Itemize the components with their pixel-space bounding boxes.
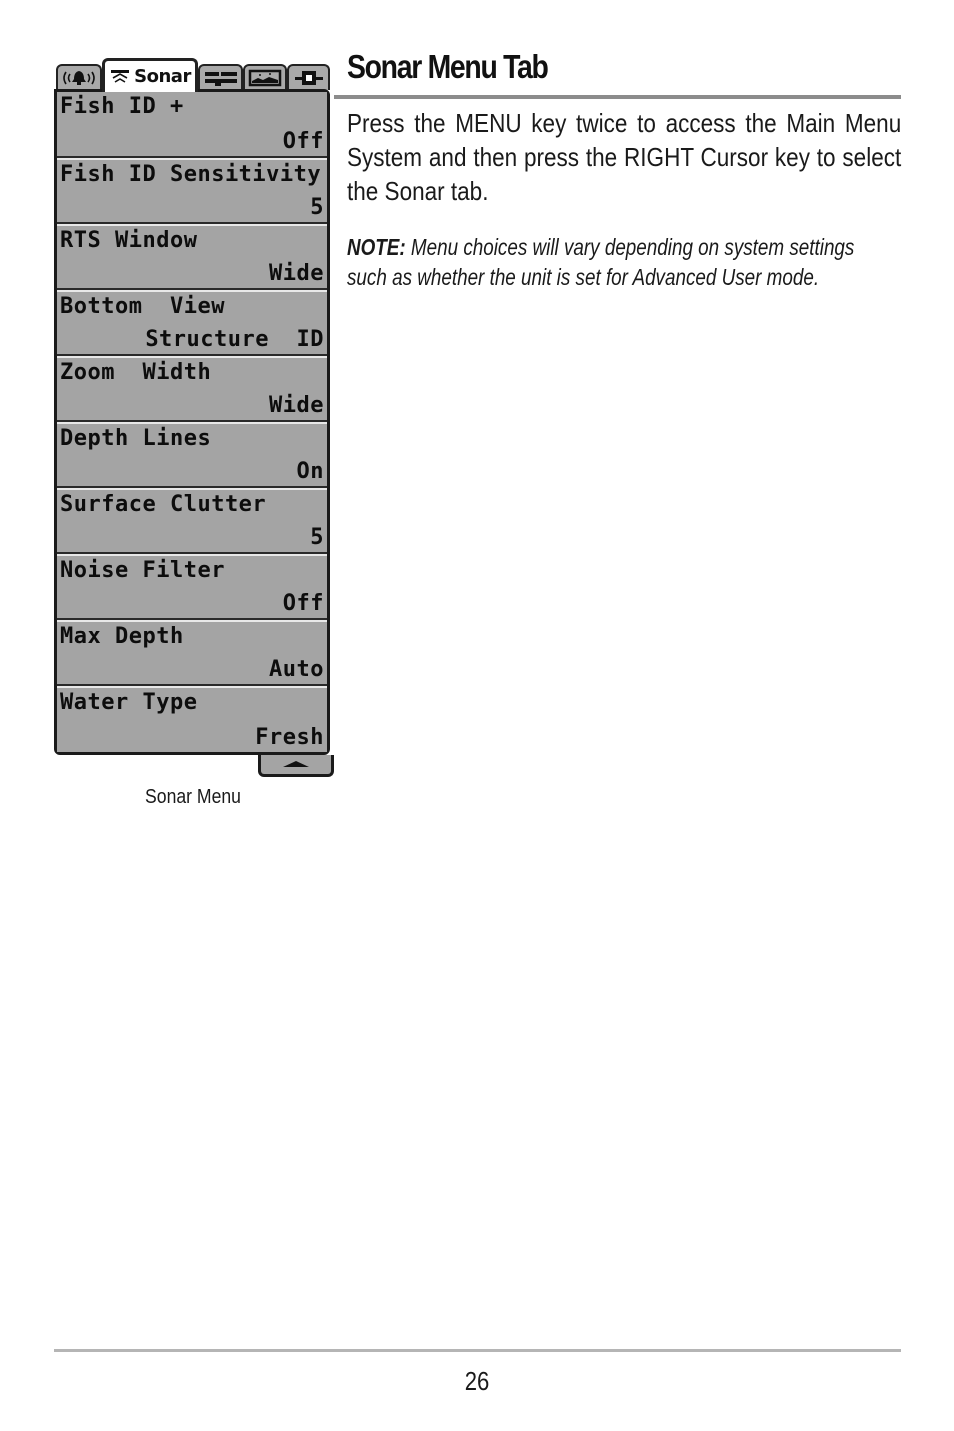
menu-item-value: Wide [269,393,324,418]
menu-item-value: Fresh [255,725,324,750]
tab-setup[interactable] [198,64,243,90]
sonar-icon [109,68,131,86]
note-label: NOTE: [347,234,406,260]
menu-item-value: Wide [269,261,324,286]
menu-item-value: Off [282,591,324,616]
menu-item-label: Zoom Width [60,360,212,385]
tab-sonar[interactable]: Sonar [102,58,198,92]
tab-accessories[interactable] [287,64,330,90]
menu-item-label: Max Depth [60,624,184,649]
menu-item-rts-window[interactable]: RTS Window Wide [57,224,327,290]
title-divider [334,95,901,99]
menu-item-value: Auto [269,657,324,682]
menu-item-fish-id-plus[interactable]: Fish ID + Off [57,92,327,158]
menu-item-value: 5 [310,195,324,220]
setup-wrench-icon [203,69,239,87]
section-title: Sonar Menu Tab [347,48,549,85]
views-icon [248,69,282,87]
scroll-up-arrow-icon [281,756,311,774]
body-paragraph: Press the MENU key twice to access the M… [347,108,902,206]
note-paragraph: NOTE: Menu choices will vary depending o… [347,232,872,292]
menu-item-label: Surface Clutter [60,492,267,517]
alarm-bell-icon [60,69,98,87]
menu-item-noise-filter[interactable]: Noise Filter Off [57,554,327,620]
page-number: 26 [464,1366,490,1396]
menu-item-label: RTS Window [60,228,198,253]
menu-tab-bar: Sonar [54,54,334,92]
menu-item-value: Off [282,129,324,154]
menu-item-max-depth[interactable]: Max Depth Auto [57,620,327,686]
menu-item-fish-id-sensitivity[interactable]: Fish ID Sensitivity 5 [57,158,327,224]
figure-caption: Sonar Menu [145,786,241,808]
menu-item-label: Water Type [60,690,198,715]
section-body: Press the MENU key twice to access the M… [347,106,901,208]
scroll-up-button[interactable] [258,755,334,777]
tab-sonar-label: Sonar [134,66,191,87]
menu-item-water-type[interactable]: Water Type Fresh [57,686,327,752]
menu-item-value: Structure ID [145,327,324,352]
sonar-menu-panel: Fish ID + Off Fish ID Sensitivity 5 RTS … [54,89,330,755]
tab-alarms[interactable] [56,64,102,90]
menu-item-surface-clutter[interactable]: Surface Clutter 5 [57,488,327,554]
menu-item-value: 5 [310,525,324,550]
accessory-icon [293,69,325,87]
menu-item-label: Noise Filter [60,558,225,583]
menu-item-bottom-view[interactable]: Bottom View Structure ID [57,290,327,356]
sonar-menu-screenshot: Sonar Fish ID + Off Fish ID Sensitivity … [54,54,334,777]
note-text: Menu choices will vary depending on syst… [347,234,855,290]
menu-item-label: Bottom View [60,294,225,319]
tab-views[interactable] [243,64,287,90]
menu-item-label: Fish ID Sensitivity [60,162,322,187]
menu-item-label: Fish ID + [60,94,184,119]
menu-item-label: Depth Lines [60,426,212,451]
menu-item-depth-lines[interactable]: Depth Lines On [57,422,327,488]
footer-divider [54,1349,901,1352]
menu-item-value: On [296,459,324,484]
menu-item-zoom-width[interactable]: Zoom Width Wide [57,356,327,422]
